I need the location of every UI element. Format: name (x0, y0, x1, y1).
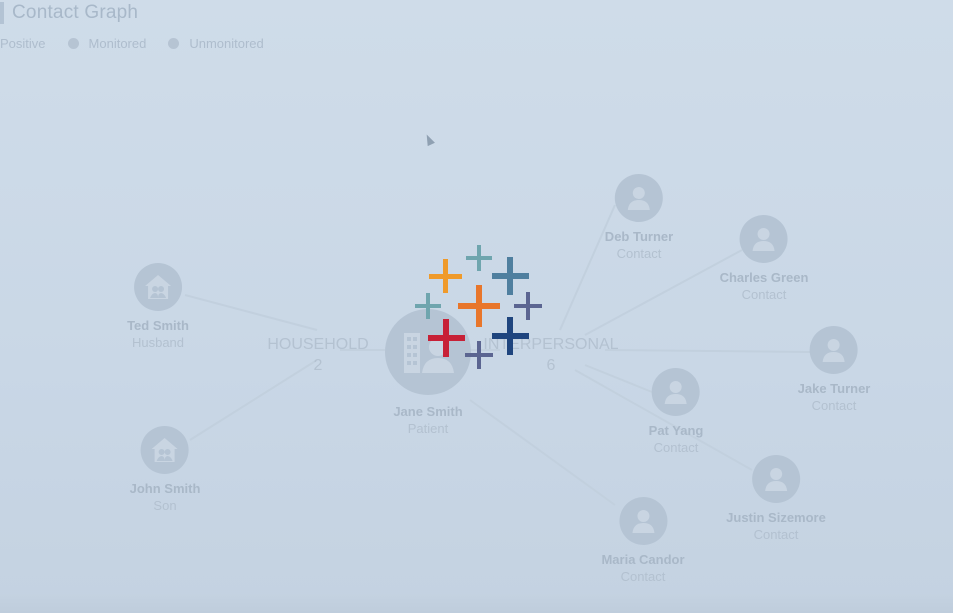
person-icon (631, 510, 654, 533)
node-name: John Smith (129, 481, 201, 496)
node-role: Contact (616, 246, 662, 261)
contact-avatar (618, 497, 667, 545)
contact-avatar (614, 174, 663, 222)
node-contact[interactable]: Maria Candor Contact (601, 497, 685, 585)
contact-graph-screen: Contact Graph Positive Monitored Unmonit… (0, 0, 953, 613)
group-household-count: 2 (313, 357, 323, 374)
node-contact[interactable]: Charles Green Contact (719, 215, 809, 303)
tableau-loading-logo-icon (415, 245, 542, 369)
group-household-label: HOUSEHOLD (267, 336, 369, 353)
node-role: Contact (811, 398, 857, 413)
group-household[interactable]: HOUSEHOLD 2 (267, 334, 368, 376)
node-role: Husband (131, 335, 185, 350)
household-avatar (134, 263, 182, 311)
node-name: Justin Sizemore (726, 510, 826, 525)
person-icon (764, 468, 787, 491)
node-household-member[interactable]: John Smith Son (129, 426, 201, 514)
node-contact[interactable]: Deb Turner Contact (605, 174, 673, 262)
contact-avatar (751, 455, 800, 503)
edge-household-ted (184, 294, 318, 331)
node-contact[interactable]: Jake Turner Contact (797, 326, 871, 414)
node-household-member[interactable]: Ted Smith Husband (127, 263, 189, 351)
node-role: Contact (741, 287, 787, 302)
person-icon (627, 187, 650, 210)
node-contact[interactable]: Pat Yang Contact (648, 368, 704, 456)
node-role: Contact (653, 440, 699, 455)
node-name: Ted Smith (127, 318, 189, 333)
contact-avatar (652, 368, 700, 416)
node-role: Contact (753, 527, 799, 542)
home-people-icon (145, 275, 171, 299)
person-icon (665, 381, 687, 404)
contact-avatar (810, 326, 858, 374)
node-name: Deb Turner (604, 229, 674, 244)
person-icon (753, 228, 775, 251)
node-role: Son (153, 498, 177, 513)
node-role: Contact (620, 569, 666, 584)
node-name: Pat Yang (648, 423, 704, 438)
household-avatar (141, 426, 189, 474)
contact-avatar (740, 215, 788, 263)
person-icon (823, 339, 845, 362)
edge-interpersonal-maria (469, 399, 616, 506)
home-people-icon (152, 438, 178, 462)
edge-interpersonal-jake (604, 349, 811, 353)
bottom-fade (0, 593, 953, 613)
node-contact[interactable]: Justin Sizemore Contact (726, 455, 826, 543)
edge-interpersonal-charles (584, 249, 743, 336)
node-role: Patient (407, 421, 449, 436)
node-name: Maria Candor (601, 552, 685, 567)
node-name: Charles Green (719, 270, 809, 285)
node-name: Jane Smith (393, 404, 463, 419)
node-name: Jake Turner (797, 381, 871, 396)
